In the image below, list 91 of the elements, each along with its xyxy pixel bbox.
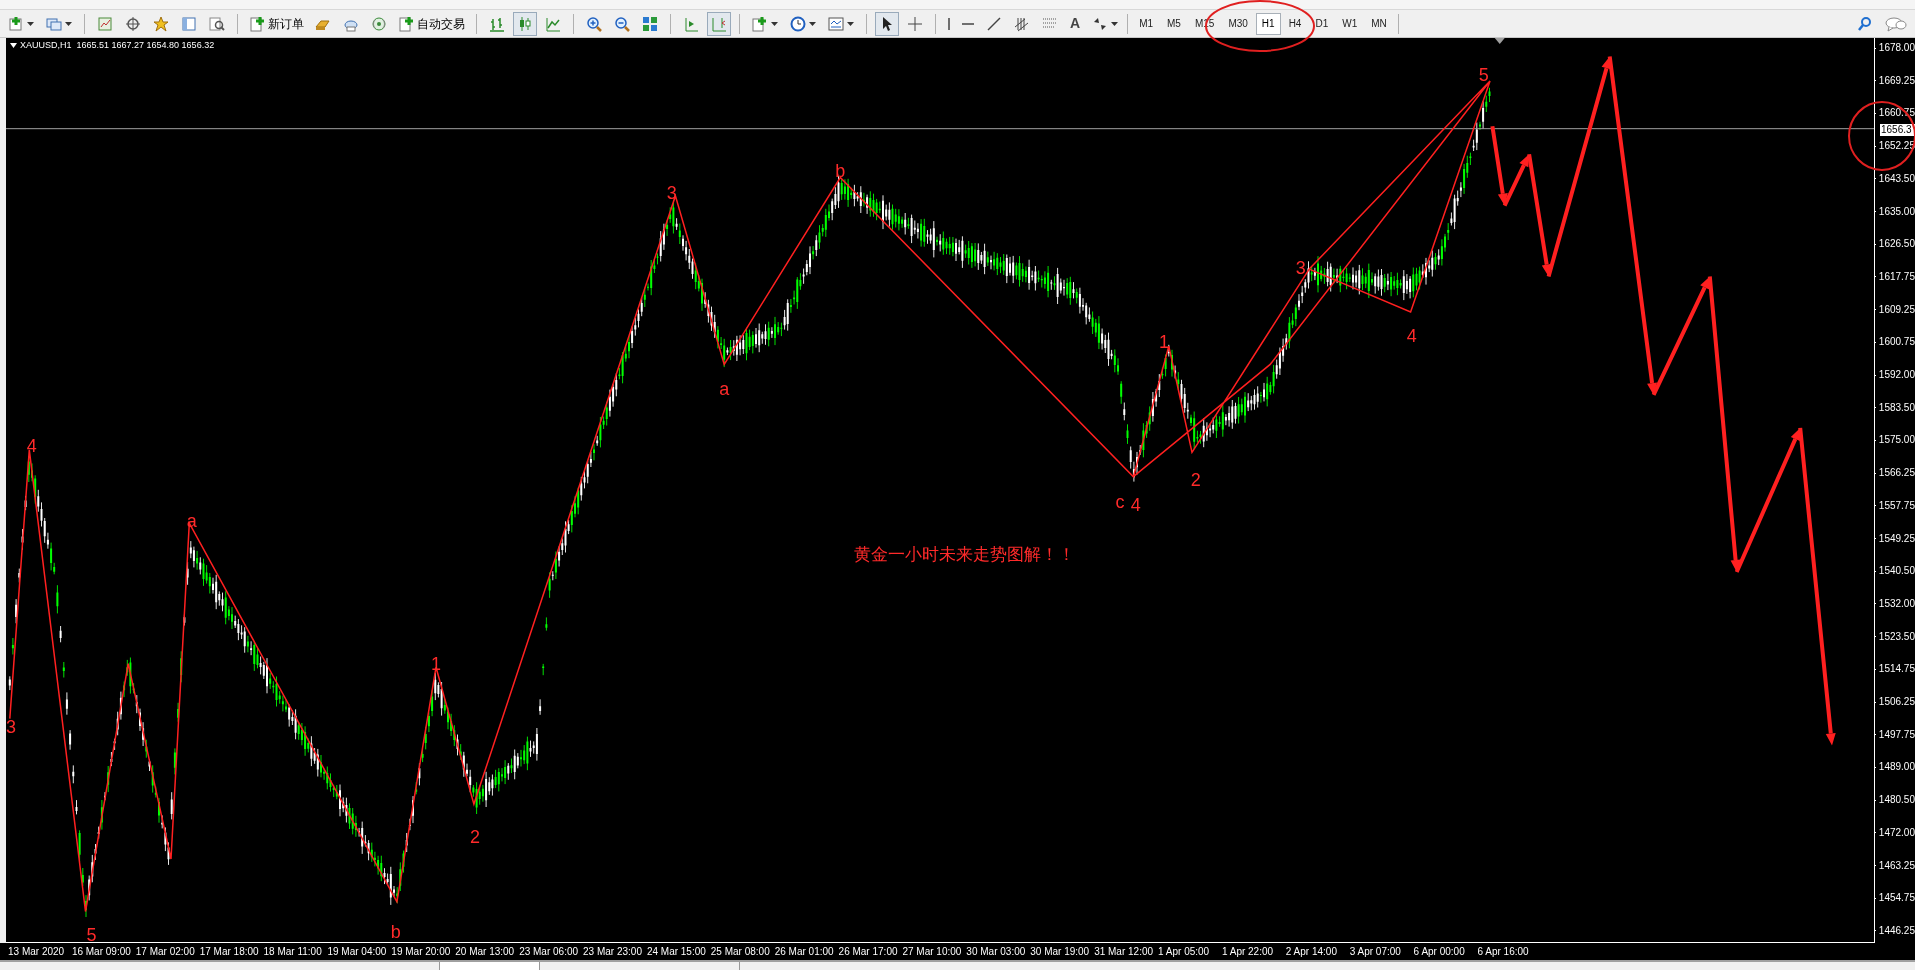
time-label: 23 Mar 23:00 bbox=[583, 945, 642, 959]
current-price-label: 1656.3 bbox=[1880, 124, 1915, 136]
time-label: 20 Mar 13:00 bbox=[455, 945, 515, 959]
time-label: 30 Mar 19:00 bbox=[1030, 945, 1090, 959]
wave-label: 4 bbox=[1406, 326, 1417, 347]
time-label: 25 Mar 08:00 bbox=[710, 945, 770, 959]
text-tool-button[interactable]: A bbox=[1066, 11, 1085, 36]
wave-label: 1 bbox=[431, 653, 441, 674]
price-label: 1643.50 bbox=[1878, 172, 1915, 185]
document-icon bbox=[249, 15, 265, 32]
search-icon[interactable] bbox=[1857, 15, 1873, 32]
document-icon bbox=[398, 15, 414, 32]
timeframe-tab[interactable]: H4 bbox=[1282, 12, 1308, 35]
chart-header: XAUUSD,H1 1665.51 1667.27 1654.80 1656.32 bbox=[20, 39, 215, 52]
price-label: 1592.00 bbox=[1878, 369, 1915, 382]
toolbar-text-button[interactable]: 自动交易 bbox=[395, 11, 468, 36]
price-label: 1600.75 bbox=[1878, 336, 1915, 349]
time-label: 17 Mar 18:00 bbox=[199, 945, 259, 959]
price-label: 1557.75 bbox=[1878, 499, 1915, 512]
time-label: 31 Mar 12:00 bbox=[1094, 945, 1154, 959]
time-label: 26 Mar 17:00 bbox=[838, 945, 898, 959]
time-label: 26 Mar 01:00 bbox=[774, 945, 834, 959]
time-label: 30 Mar 03:00 bbox=[966, 945, 1026, 959]
template-icon bbox=[828, 15, 844, 32]
time-label: 18 Mar 11:00 bbox=[263, 945, 322, 959]
time-label: 17 Mar 02:00 bbox=[135, 945, 195, 959]
time-label: 27 Mar 10:00 bbox=[902, 945, 962, 959]
timeframe-tab[interactable]: M5 bbox=[1161, 12, 1187, 35]
timeframe-tab[interactable]: D1 bbox=[1309, 12, 1335, 35]
price-label: 1454.75 bbox=[1878, 892, 1915, 905]
price-label: 1549.25 bbox=[1878, 532, 1915, 545]
wave-label: 2 bbox=[1190, 470, 1201, 491]
time-label: 16 Mar 09:00 bbox=[71, 945, 131, 959]
time-label: 24 Mar 15:00 bbox=[646, 945, 706, 959]
toolbar-text-button[interactable]: 新订单 bbox=[246, 11, 307, 36]
price-label: 1678.00 bbox=[1878, 42, 1915, 54]
price-label: 1463.25 bbox=[1878, 859, 1915, 872]
time-label: 2 Apr 14:00 bbox=[1285, 945, 1337, 959]
price-label: 1540.50 bbox=[1878, 565, 1915, 578]
time-label: 19 Mar 20:00 bbox=[391, 945, 451, 959]
collapse-triangle-icon[interactable] bbox=[10, 43, 17, 49]
price-label: 1635.00 bbox=[1878, 205, 1915, 218]
time-label: 1 Apr 22:00 bbox=[1221, 945, 1274, 959]
wave-label: 4 bbox=[1130, 494, 1141, 515]
timeframe-tab[interactable]: M1 bbox=[1133, 12, 1160, 35]
windows-icon bbox=[46, 15, 62, 32]
timeframe-tab[interactable]: H1 bbox=[1255, 12, 1281, 35]
price-label: 1566.25 bbox=[1878, 467, 1915, 480]
new-chart-icon bbox=[8, 15, 24, 32]
wave-label: 3 bbox=[6, 717, 16, 738]
price-label: 1506.25 bbox=[1878, 696, 1915, 709]
wave-label: a bbox=[186, 510, 197, 531]
wave-label: 4 bbox=[26, 436, 37, 457]
wave-label: 3 bbox=[666, 183, 677, 204]
price-label: 1497.75 bbox=[1878, 728, 1915, 741]
chart-annotation: 黄金一小时未来走势图解！！ bbox=[854, 543, 1076, 564]
price-label: 1617.75 bbox=[1878, 270, 1915, 283]
wave-label: c bbox=[1115, 492, 1125, 513]
wave-label: 1 bbox=[1158, 332, 1169, 353]
wave-label: b bbox=[835, 161, 846, 182]
wave-label: 2 bbox=[470, 827, 481, 848]
price-label: 1523.50 bbox=[1878, 630, 1915, 643]
price-label: 1489.00 bbox=[1878, 761, 1915, 774]
time-label: 6 Apr 00:00 bbox=[1413, 945, 1465, 959]
price-label: 1669.25 bbox=[1878, 74, 1915, 87]
price-label: 1532.00 bbox=[1878, 597, 1915, 610]
timeframe-tab[interactable]: M30 bbox=[1222, 12, 1254, 35]
price-label: 1472.00 bbox=[1878, 826, 1915, 839]
time-label: 13 Mar 2020 bbox=[8, 945, 65, 959]
price-label: 1480.50 bbox=[1878, 794, 1915, 807]
time-label: 19 Mar 04:00 bbox=[327, 945, 387, 959]
clock-icon bbox=[790, 15, 806, 32]
price-label: 1514.75 bbox=[1878, 663, 1915, 676]
time-label: 6 Apr 16:00 bbox=[1477, 945, 1529, 959]
timeframe-tab[interactable]: MN bbox=[1365, 12, 1393, 35]
wave-label: a bbox=[719, 378, 730, 399]
price-label: 1583.50 bbox=[1878, 401, 1915, 414]
price-label: 1446.25 bbox=[1878, 925, 1915, 937]
time-label: 1 Apr 05:00 bbox=[1158, 945, 1210, 959]
chat-icon[interactable] bbox=[1885, 15, 1907, 32]
timeframe-tab[interactable]: W1 bbox=[1336, 12, 1364, 35]
add-indicator-icon bbox=[752, 15, 768, 32]
wave-label: 3 bbox=[1295, 257, 1306, 278]
wave-label: b bbox=[390, 922, 401, 942]
time-label: 23 Mar 06:00 bbox=[519, 945, 579, 959]
price-label: 1575.00 bbox=[1878, 434, 1915, 447]
time-label: 3 Apr 07:00 bbox=[1349, 945, 1401, 959]
price-label: 1626.50 bbox=[1878, 238, 1915, 251]
wave-label: 5 bbox=[1478, 64, 1489, 85]
price-label: 1609.25 bbox=[1878, 303, 1915, 316]
wave-label: 5 bbox=[86, 924, 97, 942]
